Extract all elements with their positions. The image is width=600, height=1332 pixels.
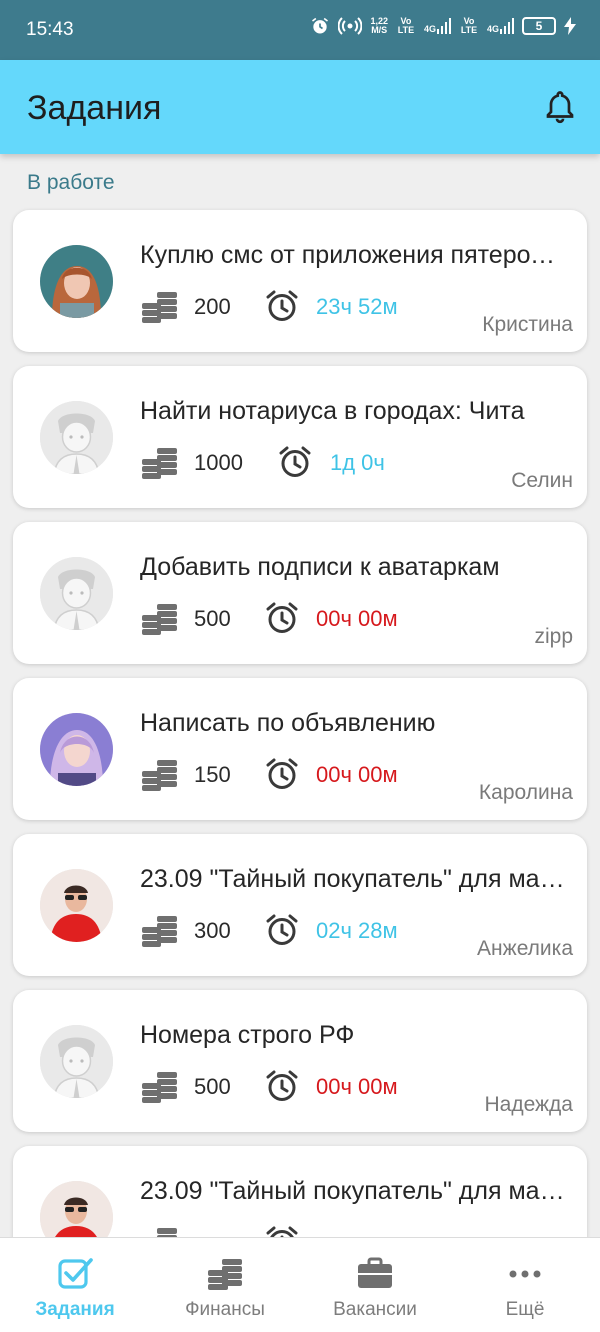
coins-icon xyxy=(141,288,179,324)
coins-icon xyxy=(208,1259,242,1290)
task-author: Каролина xyxy=(478,781,573,804)
task-title: Куплю смс от приложения пятерочка xyxy=(140,241,565,269)
task-author: Анжелика xyxy=(477,937,573,960)
sim2-net-label: 4G xyxy=(486,24,499,34)
task-reward: 500 xyxy=(194,606,231,631)
alarm-clock-icon xyxy=(265,913,299,947)
nav-finances-label: Финансы xyxy=(185,1299,265,1320)
task-reward: 1000 xyxy=(194,450,243,475)
task-timer: 00ч 00м xyxy=(316,606,398,631)
task-card[interactable]: 23.09 "Тайный покупатель" для магазина 30… xyxy=(13,834,587,976)
nav-more-label: Ещё xyxy=(505,1299,545,1320)
task-reward: 500 xyxy=(194,1074,231,1099)
alarm-clock-icon xyxy=(265,1069,299,1103)
task-card[interactable]: Добавить подписи к аватаркам 500 00ч 00м zi… xyxy=(13,522,587,664)
status-icons: 1,22 M/S Vo LTE 4G Vo LTE 4G 5 xyxy=(310,16,576,36)
avatar xyxy=(40,713,113,786)
alarm-clock-icon xyxy=(265,289,299,323)
status-bar: 15:43 1,22 M/S Vo LTE 4G Vo LTE 4G 5 xyxy=(0,0,600,60)
alarm-icon xyxy=(312,17,329,34)
task-title: Найти нотариуса в городах: Чита xyxy=(140,397,525,425)
bottom-nav: Задания Финансы Вакансии Ещё xyxy=(0,1237,600,1332)
task-title: Написать по объявлению xyxy=(140,709,436,737)
charging-icon xyxy=(564,17,576,35)
notifications-button[interactable] xyxy=(542,88,578,124)
task-card[interactable]: 23.09 "Тайный покупатель" для магазина xyxy=(13,1146,587,1237)
page-title: Задания xyxy=(27,89,162,127)
nav-more[interactable]: Ещё xyxy=(450,1238,600,1332)
sim1-net-label: 4G xyxy=(423,24,436,34)
task-list[interactable]: В работе Куплю смс от приложения пятероч… xyxy=(0,154,600,1237)
task-title: Номера строго РФ xyxy=(140,1021,355,1049)
task-title: 23.09 "Тайный покупатель" для магазина xyxy=(140,865,565,893)
task-timer: 00ч 00м xyxy=(316,762,398,787)
nav-finances[interactable]: Финансы xyxy=(150,1238,300,1332)
task-card[interactable]: Найти нотариуса в городах: Чита 1000 1д 0ч… xyxy=(13,366,587,508)
alarm-clock-icon xyxy=(265,601,299,635)
task-card[interactable]: Куплю смс от приложения пятерочка 200 23ч … xyxy=(13,210,587,352)
nav-vacancies-label: Вакансии xyxy=(333,1299,417,1320)
sim1-net: 4G xyxy=(424,18,451,34)
avatar xyxy=(40,1025,113,1098)
avatar xyxy=(40,1181,113,1237)
net-speed-unit: M/S xyxy=(371,25,388,35)
alarm-clock-icon xyxy=(278,445,312,479)
nav-vacancies[interactable]: Вакансии xyxy=(300,1238,450,1332)
section-label: В работе xyxy=(27,171,115,194)
task-timer: 02ч 28м xyxy=(316,918,398,943)
nav-tasks[interactable]: Задания xyxy=(0,1238,150,1332)
task-author: Кристина xyxy=(482,313,573,336)
sim1-label: Vo LTE xyxy=(397,16,415,35)
sim2-net: 4G xyxy=(487,18,514,34)
alarm-clock-icon xyxy=(265,757,299,791)
nav-tasks-label: Задания xyxy=(35,1299,115,1320)
task-reward: 200 xyxy=(194,294,231,319)
coins-icon xyxy=(141,756,179,792)
coins-icon xyxy=(141,1068,179,1104)
net-speed: 1,22 M/S xyxy=(370,17,388,35)
coins-icon xyxy=(141,1224,179,1237)
alarm-clock-icon xyxy=(265,1225,299,1237)
task-author: zipp xyxy=(534,625,573,648)
avatar xyxy=(40,401,113,474)
task-title: 23.09 "Тайный покупатель" для магазина xyxy=(140,1177,565,1205)
signal-icon xyxy=(500,18,514,34)
tasks-check-icon xyxy=(58,1258,93,1289)
task-author: Селин xyxy=(511,469,573,492)
avatar xyxy=(40,245,113,318)
task-reward: 150 xyxy=(194,762,231,787)
avatar xyxy=(40,869,113,942)
task-author: Надежда xyxy=(484,1093,573,1116)
task-timer: 00ч 00м xyxy=(316,1074,398,1099)
task-card[interactable]: Написать по объявлению 150 00ч 00м Каролина xyxy=(13,678,587,820)
status-time: 15:43 xyxy=(26,19,74,40)
more-dots-icon xyxy=(509,1270,541,1278)
briefcase-icon xyxy=(358,1257,392,1288)
task-card[interactable]: Номера строго РФ 500 00ч 00м Надежда xyxy=(13,990,587,1132)
app-header: Задания xyxy=(0,60,600,154)
coins-icon xyxy=(141,444,179,480)
task-reward: 300 xyxy=(194,918,231,943)
battery-level: 5 xyxy=(535,19,543,33)
hotspot-icon xyxy=(338,17,363,35)
avatar xyxy=(40,557,113,630)
battery-icon: 5 xyxy=(522,17,556,35)
task-timer: 1д 0ч xyxy=(330,450,385,475)
task-title: Добавить подписи к аватаркам xyxy=(140,553,500,581)
bell-icon xyxy=(546,91,574,124)
sim2-label: Vo LTE xyxy=(460,16,478,35)
task-timer: 23ч 52м xyxy=(316,294,398,319)
coins-icon xyxy=(141,912,179,948)
signal-icon xyxy=(436,18,451,34)
coins-icon xyxy=(141,600,179,636)
